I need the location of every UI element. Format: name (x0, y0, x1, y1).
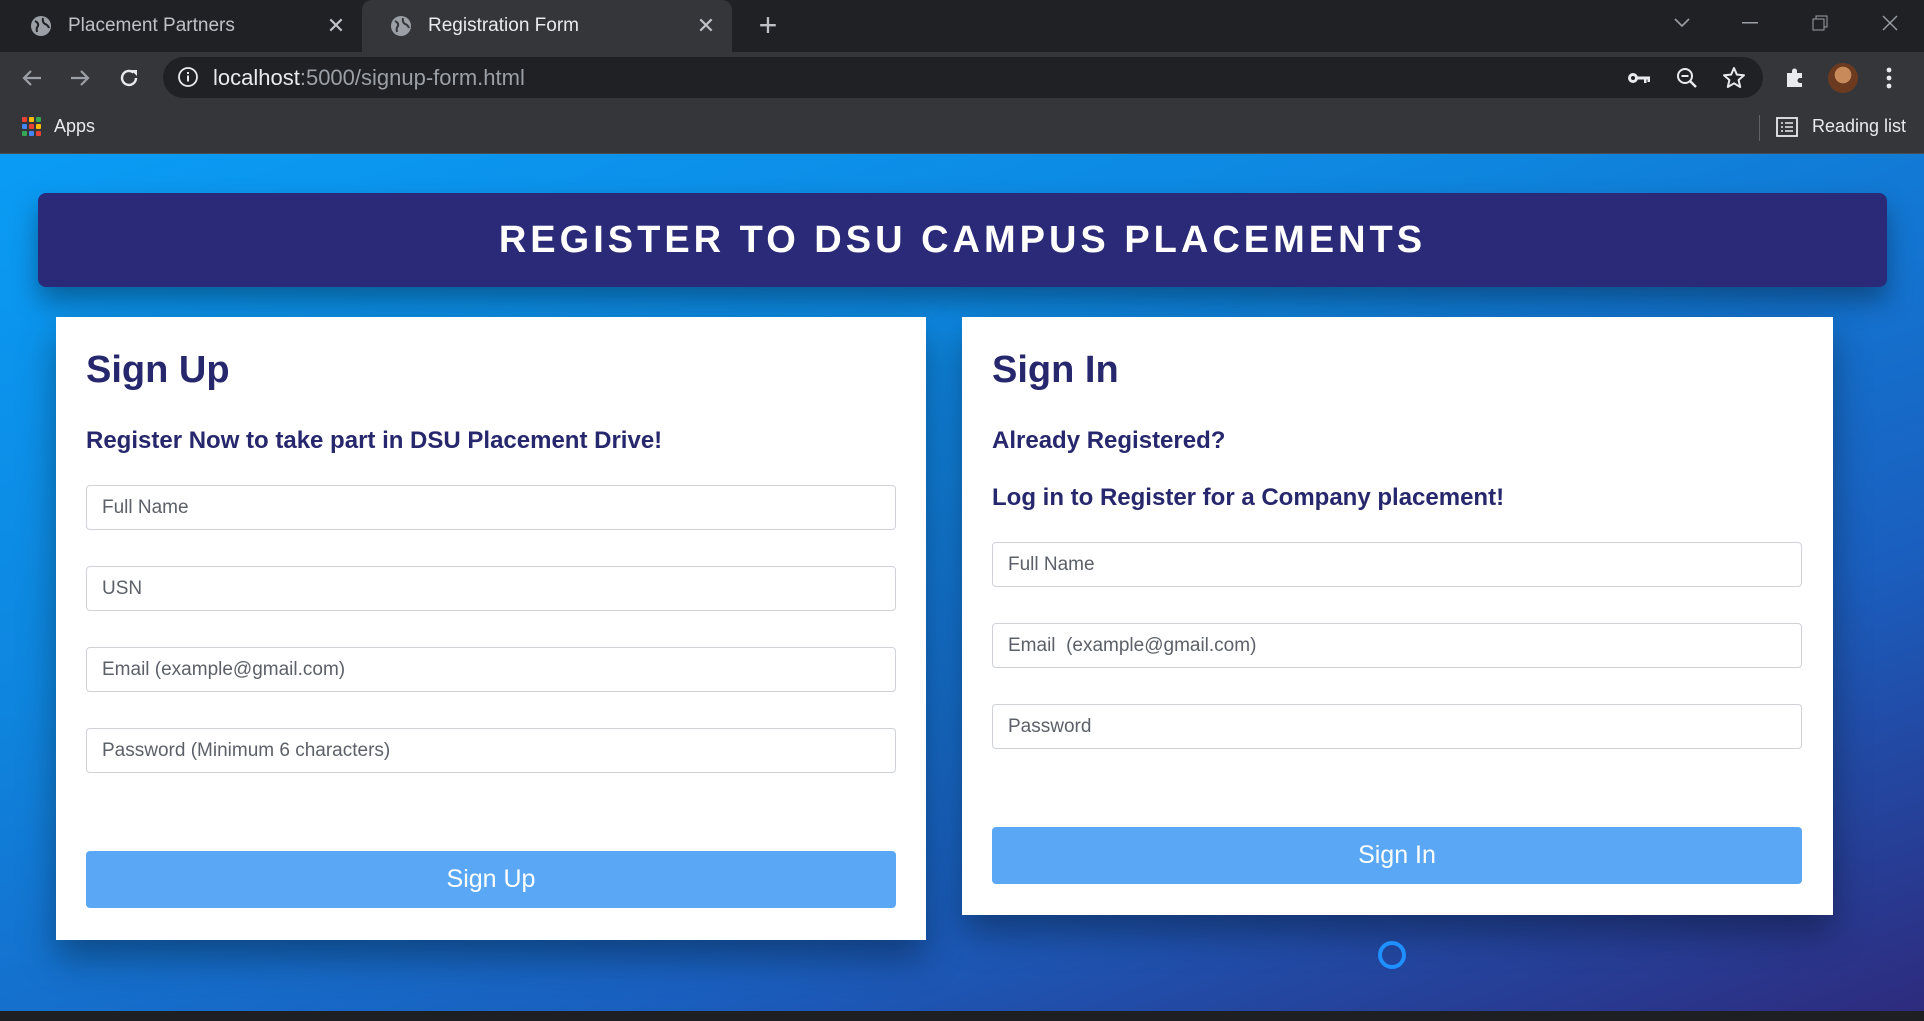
signin-subheading-registered: Already Registered? (992, 427, 1226, 454)
page-title: REGISTER TO DSU CAMPUS PLACEMENTS (498, 218, 1427, 261)
close-tab-icon[interactable]: ✕ (694, 13, 718, 38)
reading-list-icon (1776, 116, 1798, 137)
signin-heading: Sign In (992, 349, 1119, 391)
signup-full-name-input[interactable] (86, 485, 896, 530)
address-bar[interactable]: localhost:5000/signup-form.html (163, 57, 1763, 98)
url-path: :5000/signup-form.html (299, 65, 525, 90)
signup-usn-input[interactable] (86, 566, 896, 611)
signup-subheading: Register Now to take part in DSU Placeme… (86, 427, 663, 454)
extensions-icon[interactable] (1779, 62, 1811, 94)
page-content: REGISTER TO DSU CAMPUS PLACEMENTS Sign U… (0, 154, 1924, 1011)
tab-registration-form[interactable]: Registration Form ✕ (362, 0, 732, 52)
tab-strip: Placement Partners ✕ Registration Form ✕… (0, 0, 1924, 52)
avatar (1828, 63, 1858, 93)
close-tab-icon[interactable]: ✕ (324, 13, 348, 38)
profile-avatar[interactable] (1827, 62, 1859, 94)
page-banner: REGISTER TO DSU CAMPUS PLACEMENTS (38, 193, 1887, 287)
signin-password-input[interactable] (992, 704, 1802, 749)
signin-full-name-input[interactable] (992, 542, 1802, 587)
bookmarks-divider (1759, 115, 1760, 141)
apps-grid-icon (22, 116, 42, 137)
loading-spinner (1378, 941, 1406, 969)
browser-toolbar: localhost:5000/signup-form.html (0, 52, 1924, 103)
signup-card: Sign Up Register Now to take part in DSU… (56, 317, 926, 940)
tab-search-icon[interactable] (1662, 8, 1702, 38)
star-icon[interactable] (1721, 65, 1747, 91)
close-window-icon[interactable] (1870, 8, 1910, 38)
globe-icon (31, 16, 51, 36)
tab-title: Registration Form (428, 15, 579, 36)
forward-icon[interactable] (64, 62, 96, 94)
zoom-icon[interactable] (1674, 65, 1700, 91)
minimize-icon[interactable] (1730, 8, 1770, 38)
key-icon[interactable] (1626, 65, 1652, 91)
signin-button[interactable]: Sign In (992, 827, 1802, 884)
bookmarks-bar: Apps Reading list (0, 103, 1924, 154)
tab-placement-partners[interactable]: Placement Partners ✕ (0, 0, 362, 52)
tab-title: Placement Partners (68, 15, 235, 36)
url-host: localhost (213, 65, 300, 90)
signin-subheading-login: Log in to Register for a Company placeme… (992, 484, 1505, 511)
reload-icon[interactable] (113, 62, 145, 94)
apps-label: Apps (54, 116, 96, 136)
menu-icon[interactable] (1873, 62, 1905, 94)
url-text: localhost:5000/signup-form.html (213, 65, 525, 91)
apps-shortcut[interactable]: Apps (22, 116, 95, 137)
reading-list-label: Reading list (1812, 116, 1907, 136)
signup-heading: Sign Up (86, 349, 230, 391)
signup-password-input[interactable] (86, 728, 896, 773)
reading-list-button[interactable]: Reading list (1776, 116, 1906, 137)
back-icon[interactable] (16, 62, 48, 94)
info-icon[interactable] (177, 66, 199, 88)
restore-icon[interactable] (1800, 8, 1840, 38)
signin-card: Sign In Already Registered? Log in to Re… (962, 317, 1833, 915)
new-tab-button[interactable]: + (752, 9, 784, 42)
globe-icon (391, 16, 411, 36)
signup-email-input[interactable] (86, 647, 896, 692)
signin-email-input[interactable] (992, 623, 1802, 668)
signup-button[interactable]: Sign Up (86, 851, 896, 908)
